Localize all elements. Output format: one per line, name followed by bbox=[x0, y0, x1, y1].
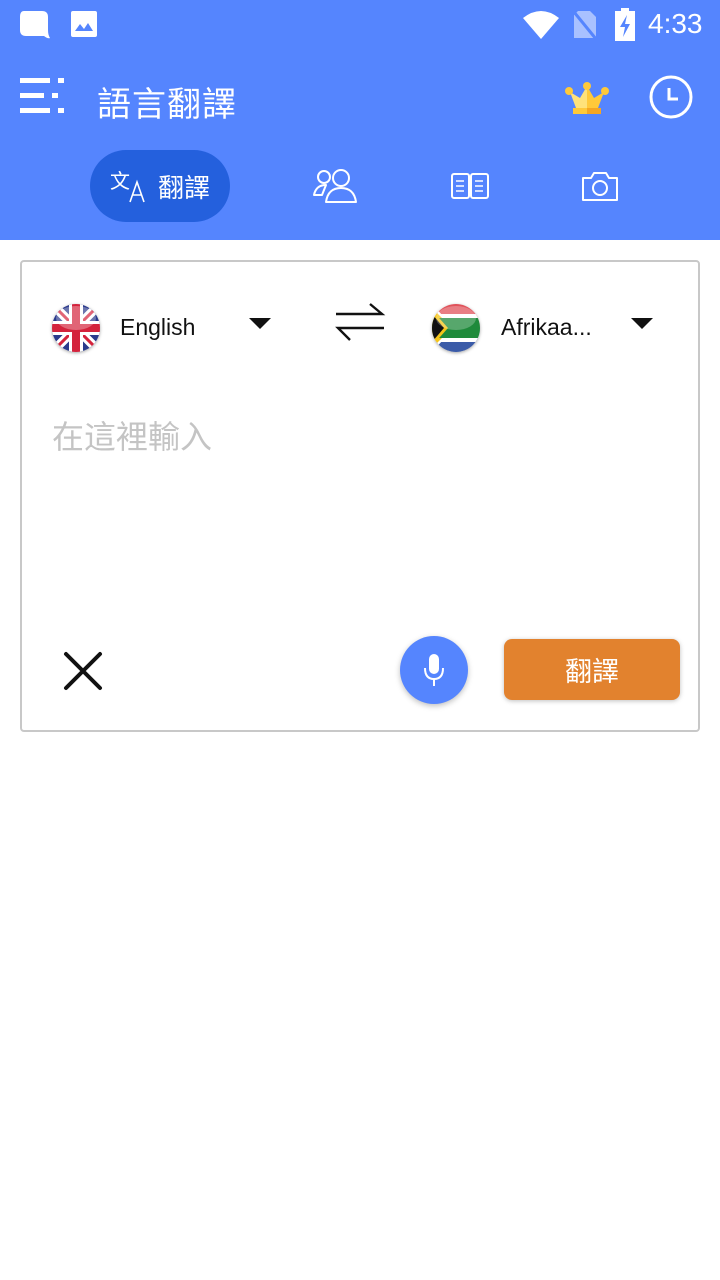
microphone-icon bbox=[424, 654, 444, 686]
swap-languages-icon[interactable] bbox=[332, 300, 388, 344]
source-language-label: English bbox=[120, 314, 196, 340]
tab-bar: 文 翻譯 bbox=[0, 150, 720, 222]
uk-flag-icon bbox=[52, 304, 100, 352]
clock-icon[interactable] bbox=[648, 74, 694, 120]
tab-conversation[interactable] bbox=[300, 150, 370, 222]
tab-dictionary[interactable] bbox=[435, 150, 505, 222]
translate-button[interactable]: 翻譯 bbox=[504, 639, 680, 700]
tab-translate[interactable]: 文 翻譯 bbox=[90, 150, 230, 222]
wifi-icon bbox=[523, 11, 559, 39]
svg-text:文: 文 bbox=[110, 169, 130, 193]
translator-card: English Afrikaa... 在這裡輸入 翻譯 bbox=[20, 260, 700, 732]
status-bar: 4:33 bbox=[0, 0, 720, 50]
crown-icon[interactable] bbox=[562, 78, 612, 118]
language-selector-row: English Afrikaa... bbox=[22, 292, 698, 364]
close-icon[interactable] bbox=[60, 648, 106, 694]
app-header: 4:33 語言翻譯 文 翻譯 bbox=[0, 0, 720, 240]
image-icon bbox=[71, 11, 97, 37]
tab-translate-label: 翻譯 bbox=[157, 172, 210, 203]
translate-icon: 文 bbox=[110, 169, 145, 203]
camera-icon bbox=[582, 172, 618, 201]
source-text-input[interactable] bbox=[52, 412, 672, 622]
voice-input-button[interactable] bbox=[400, 636, 468, 704]
menu-icon[interactable] bbox=[18, 76, 66, 116]
app-title: 語言翻譯 bbox=[97, 86, 237, 124]
chevron-down-icon[interactable] bbox=[248, 316, 272, 330]
clock-time: 4:33 bbox=[648, 8, 703, 39]
dictionary-book-icon bbox=[451, 173, 489, 199]
tab-camera[interactable] bbox=[565, 150, 635, 222]
toolbar: 語言翻譯 bbox=[0, 60, 720, 140]
target-language-label: Afrikaa... bbox=[501, 314, 592, 340]
chevron-down-icon[interactable] bbox=[630, 316, 654, 330]
no-sim-icon bbox=[572, 11, 598, 40]
south-africa-flag-icon bbox=[432, 304, 480, 352]
battery-charging-icon bbox=[615, 8, 635, 41]
conversation-icon bbox=[313, 169, 357, 203]
chat-bubble-icon bbox=[20, 11, 50, 39]
